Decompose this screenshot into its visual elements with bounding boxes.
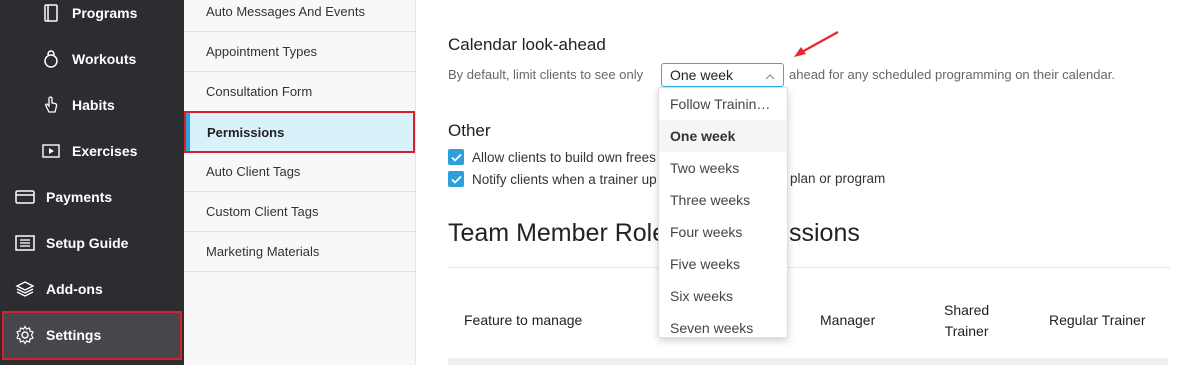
team-roles-heading: Team Member Role <box>448 219 667 247</box>
column-shared-line2: Trainer <box>944 323 989 339</box>
calendar-description-before: By default, limit clients to see only <box>448 67 644 82</box>
other-heading: Other <box>448 121 491 140</box>
calendar-description-after: ahead for any scheduled programming on t… <box>789 67 1115 82</box>
section-divider <box>448 267 1170 268</box>
nav-item-add-ons[interactable]: Add-ons <box>14 266 103 312</box>
submenu-item-marketing-materials[interactable]: Marketing Materials <box>184 232 415 272</box>
nav-item-settings[interactable]: Settings <box>14 312 101 358</box>
checkbox-label: Allow clients to build own frees <box>472 149 656 165</box>
submenu-label: Consultation Form <box>206 84 313 99</box>
column-shared-line1: Shared <box>944 302 990 318</box>
check-row-notify[interactable]: Notify clients when a trainer up <box>448 171 657 187</box>
column-manager: Manager <box>820 312 876 328</box>
checkbox-label-continued: plan or program <box>790 171 886 186</box>
team-roles-heading-continued: ssions <box>789 219 860 247</box>
submenu-item-appointment-types[interactable]: Appointment Types <box>184 32 415 72</box>
checkbox-checked-icon[interactable] <box>448 171 464 187</box>
main-sidebar: Programs Workouts Habits Exercises Payme… <box>0 0 184 365</box>
checkbox-label: Notify clients when a trainer up <box>472 171 657 187</box>
submenu-label: Auto Client Tags <box>206 164 301 179</box>
option-five-weeks[interactable]: Five weeks <box>659 248 787 280</box>
nav-item-payments[interactable]: Payments <box>14 174 112 220</box>
submenu-item-consultation-form[interactable]: Consultation Form <box>184 72 415 112</box>
nav-label: Exercises <box>72 143 138 159</box>
nav-item-exercises[interactable]: Exercises <box>40 128 137 174</box>
checkbox-checked-icon[interactable] <box>448 149 464 165</box>
nav-item-habits[interactable]: Habits <box>40 82 115 128</box>
nav-label: Programs <box>72 5 138 21</box>
nav-label: Habits <box>72 97 115 113</box>
option-six-weeks[interactable]: Six weeks <box>659 280 787 312</box>
option-two-weeks[interactable]: Two weeks <box>659 152 787 184</box>
option-three-weeks[interactable]: Three weeks <box>659 184 787 216</box>
list-icon <box>14 232 36 254</box>
column-feature: Feature to manage <box>464 312 583 328</box>
annotation-arrow-icon <box>794 31 839 57</box>
nav-item-setup-guide[interactable]: Setup Guide <box>14 220 128 266</box>
programs-icon <box>40 2 62 24</box>
submenu-label: Auto Messages And Events <box>206 4 365 19</box>
kettlebell-icon <box>40 48 62 70</box>
stack-icon <box>14 278 36 300</box>
option-four-weeks[interactable]: Four weeks <box>659 216 787 248</box>
gear-icon <box>14 324 36 346</box>
nav-label: Add-ons <box>46 281 103 297</box>
nav-item-programs[interactable]: Programs <box>40 0 137 36</box>
nav-label: Setup Guide <box>46 235 129 251</box>
column-regular-trainer: Regular Trainer <box>1049 312 1146 328</box>
lookahead-dropdown-menu: Follow Trainin… One week Two weeks Three… <box>658 87 788 338</box>
submenu-item-auto-client-tags[interactable]: Auto Client Tags <box>184 152 415 192</box>
column-shared-trainer: Shared Trainer <box>944 300 989 342</box>
nav-item-workouts[interactable]: Workouts <box>40 36 136 82</box>
calendar-lookahead-heading: Calendar look-ahead <box>448 35 606 54</box>
option-one-week[interactable]: One week <box>659 120 787 152</box>
submenu-item-custom-client-tags[interactable]: Custom Client Tags <box>184 192 415 232</box>
lookahead-selected-value: One week <box>670 67 734 83</box>
submenu-label: Permissions <box>207 124 285 140</box>
chevron-up-icon <box>765 69 775 85</box>
lookahead-select[interactable]: One week <box>661 63 784 87</box>
play-icon <box>40 140 62 162</box>
nav-label: Payments <box>46 189 113 205</box>
option-seven-weeks[interactable]: Seven weeks <box>659 312 787 337</box>
credit-card-icon <box>14 186 36 208</box>
nav-label: Settings <box>46 327 102 343</box>
option-follow-training[interactable]: Follow Trainin… <box>659 88 787 120</box>
submenu-label: Marketing Materials <box>206 244 320 259</box>
check-row-build-own[interactable]: Allow clients to build own frees <box>448 149 656 165</box>
submenu-label: Appointment Types <box>206 44 318 59</box>
submenu-label: Custom Client Tags <box>206 204 319 219</box>
hand-icon <box>40 94 62 116</box>
submenu-item-permissions[interactable]: Permissions <box>184 111 415 153</box>
submenu-item-auto-messages[interactable]: Auto Messages And Events <box>184 0 415 32</box>
table-row <box>448 358 1168 365</box>
settings-submenu: Auto Messages And Events Appointment Typ… <box>184 0 416 365</box>
nav-label: Workouts <box>72 51 137 67</box>
